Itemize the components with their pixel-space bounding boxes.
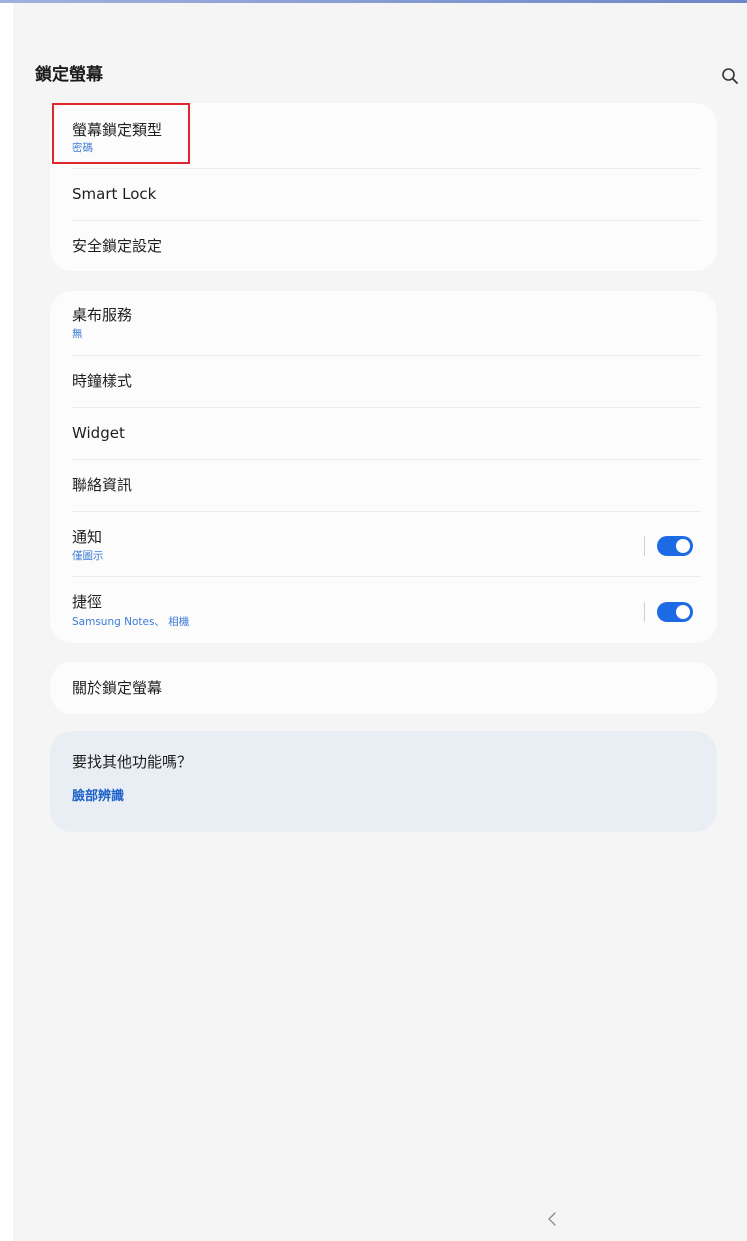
item-title: 聯絡資訊 xyxy=(72,476,133,494)
shortcuts-item[interactable]: 捷徑 Samsung Notes、 相機 xyxy=(72,577,627,643)
about-lock-screen-item[interactable]: 關於鎖定螢幕 xyxy=(72,662,701,714)
item-subtitle: 密碼 xyxy=(72,142,93,154)
toggle-knob xyxy=(676,539,690,553)
screen-lock-type-item[interactable]: 螢幕鎖定類型 密碼 xyxy=(72,103,701,168)
contact-info-item[interactable]: 聯絡資訊 xyxy=(72,460,701,511)
customization-card: 桌布服務 無 時鐘樣式 Widget 聯絡資訊 通知 僅圖示 捷徑 Samsun… xyxy=(50,291,717,643)
notifications-toggle[interactable] xyxy=(657,536,693,556)
suggestion-card: 要找其他功能嗎？ 臉部辨識 xyxy=(50,731,717,832)
item-subtitle: 僅圖示 xyxy=(72,550,104,562)
item-title: 通知 xyxy=(72,528,103,546)
item-title: 捷徑 xyxy=(72,593,103,611)
toggle-separator xyxy=(644,602,645,622)
secure-lock-settings-item[interactable]: 安全鎖定設定 xyxy=(72,221,701,271)
about-card: 關於鎖定螢幕 xyxy=(50,662,717,714)
search-button[interactable] xyxy=(719,65,741,87)
item-subtitle: 無 xyxy=(72,328,83,340)
item-title: 安全鎖定設定 xyxy=(72,237,163,255)
clock-style-item[interactable]: 時鐘樣式 xyxy=(72,356,701,407)
back-button[interactable] xyxy=(543,1208,561,1230)
lock-screen-settings: 鎖定螢幕 螢幕鎖定類型 密碼 Smart Lock 安全鎖定設定 桌布服務 無 xyxy=(13,3,747,1241)
wallpaper-services-item[interactable]: 桌布服務 無 xyxy=(72,291,701,355)
search-icon xyxy=(722,68,738,84)
suggestion-title: 要找其他功能嗎？ xyxy=(72,753,193,771)
app-header: 鎖定螢幕 xyxy=(35,63,741,93)
widget-item[interactable]: Widget xyxy=(72,408,701,459)
item-title: 螢幕鎖定類型 xyxy=(72,121,163,139)
notifications-item[interactable]: 通知 僅圖示 xyxy=(72,512,627,576)
toggle-separator xyxy=(644,536,645,556)
item-subtitle: Samsung Notes、 相機 xyxy=(72,616,190,628)
item-title: 桌布服務 xyxy=(72,306,133,324)
chevron-left-icon xyxy=(548,1212,556,1226)
smart-lock-item[interactable]: Smart Lock xyxy=(72,169,701,220)
shortcuts-toggle[interactable] xyxy=(657,602,693,622)
page-title: 鎖定螢幕 xyxy=(35,65,103,85)
item-title: Smart Lock xyxy=(72,185,157,203)
security-card: 螢幕鎖定類型 密碼 Smart Lock 安全鎖定設定 xyxy=(50,103,717,271)
item-title: 關於鎖定螢幕 xyxy=(72,679,163,697)
toggle-knob xyxy=(676,605,690,619)
item-title: Widget xyxy=(72,424,125,442)
item-title: 時鐘樣式 xyxy=(72,372,133,390)
face-recognition-link[interactable]: 臉部辨識 xyxy=(72,788,124,806)
